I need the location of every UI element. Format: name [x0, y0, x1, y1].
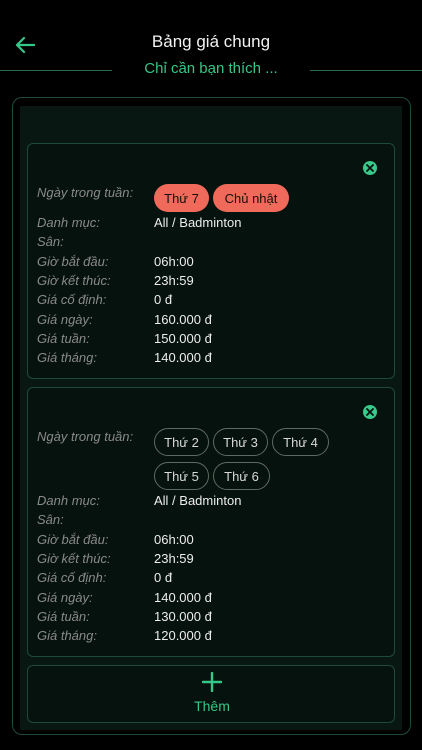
fixed-price-value: 0 đ	[154, 570, 173, 585]
end-time-label: Giờ kết thúc:	[37, 273, 111, 288]
daily-price-value: 140.000 đ	[154, 590, 212, 605]
fixed-price-value: 0 đ	[154, 292, 173, 307]
day-chip-tuesday[interactable]: Thứ 3	[213, 428, 268, 456]
daily-price-value: 160.000 đ	[154, 312, 212, 327]
close-circle-icon	[366, 164, 374, 172]
daily-price-label: Giá ngày:	[37, 312, 93, 327]
category-value: All / Badminton	[154, 493, 242, 508]
remove-card-button[interactable]	[363, 405, 377, 419]
fixed-price-label: Giá cố định:	[37, 570, 107, 585]
weekly-price-label: Giá tuần:	[37, 331, 90, 346]
end-time-label: Giờ kết thúc:	[37, 551, 111, 566]
fixed-price-row: Giá cố định: 0 đ	[37, 568, 387, 587]
start-time-value: 06h:00	[154, 532, 194, 547]
end-time-value: 23h:59	[154, 273, 194, 288]
close-circle-icon	[366, 408, 374, 416]
monthly-price-label: Giá tháng:	[37, 628, 97, 643]
weekly-price-value: 130.000 đ	[154, 609, 212, 624]
start-time-row: Giờ bắt đầu: 06h:00	[37, 530, 387, 549]
day-chip-wednesday[interactable]: Thứ 4	[272, 428, 329, 456]
monthly-price-row: Giá tháng: 140.000 đ	[37, 348, 387, 367]
category-label: Danh mục:	[37, 215, 100, 230]
court-row: Sân:	[37, 232, 387, 251]
days-label: Ngày trong tuần:	[37, 429, 134, 444]
court-label: Sân:	[37, 234, 64, 249]
category-label: Danh mục:	[37, 493, 100, 508]
start-time-row: Giờ bắt đầu: 06h:00	[37, 252, 387, 271]
day-chip-sunday[interactable]: Chủ nhật	[213, 184, 289, 212]
court-row: Sân:	[37, 510, 387, 529]
price-card: Ngày trong tuần: Thứ 7 Chủ nhật Danh mục…	[27, 143, 395, 379]
day-chip-friday[interactable]: Thứ 6	[213, 462, 270, 490]
monthly-price-row: Giá tháng: 120.000 đ	[37, 626, 387, 645]
plus-icon	[202, 672, 222, 692]
category-value: All / Badminton	[154, 215, 242, 230]
page-title: Bảng giá chung	[151, 32, 271, 51]
weekly-price-row: Giá tuần: 130.000 đ	[37, 607, 387, 626]
court-label: Sân:	[37, 512, 64, 527]
daily-price-label: Giá ngày:	[37, 590, 93, 605]
day-chip-thursday[interactable]: Thứ 5	[154, 462, 209, 490]
remove-card-button[interactable]	[363, 161, 377, 175]
monthly-price-value: 140.000 đ	[154, 350, 212, 365]
days-row: Ngày trong tuần:	[37, 427, 387, 446]
divider-right	[310, 70, 422, 71]
start-time-label: Giờ bắt đầu:	[37, 254, 109, 269]
weekly-price-label: Giá tuần:	[37, 609, 90, 624]
start-time-value: 06h:00	[154, 254, 194, 269]
fixed-price-row: Giá cố định: 0 đ	[37, 290, 387, 309]
end-time-row: Giờ kết thúc: 23h:59	[37, 549, 387, 568]
day-chip-monday[interactable]: Thứ 2	[154, 428, 209, 456]
monthly-price-value: 120.000 đ	[154, 628, 212, 643]
price-card: Ngày trong tuần: Thứ 2 Thứ 3 Thứ 4 Thứ 5…	[27, 387, 395, 657]
add-price-button[interactable]: Thêm	[27, 665, 395, 723]
start-time-label: Giờ bắt đầu:	[37, 532, 109, 547]
monthly-price-label: Giá tháng:	[37, 350, 97, 365]
page-subtitle: Chỉ cần bạn thích ...	[144, 60, 278, 77]
end-time-value: 23h:59	[154, 551, 194, 566]
divider-left	[0, 70, 112, 71]
add-button-label: Thêm	[194, 698, 230, 714]
subtitle-row: Chỉ cần bạn thích ...	[0, 60, 422, 82]
fixed-price-label: Giá cố định:	[37, 292, 107, 307]
days-row: Ngày trong tuần:	[37, 183, 387, 202]
daily-price-row: Giá ngày: 160.000 đ	[37, 310, 387, 329]
category-row: Danh mục: All / Badminton	[37, 213, 387, 232]
daily-price-row: Giá ngày: 140.000 đ	[37, 588, 387, 607]
header: Bảng giá chung Chỉ cần bạn thích ...	[0, 0, 422, 90]
days-label: Ngày trong tuần:	[37, 185, 134, 200]
weekly-price-row: Giá tuần: 150.000 đ	[37, 329, 387, 348]
end-time-row: Giờ kết thúc: 23h:59	[37, 271, 387, 290]
day-chip-saturday[interactable]: Thứ 7	[154, 184, 209, 212]
category-row: Danh mục: All / Badminton	[37, 491, 387, 510]
weekly-price-value: 150.000 đ	[154, 331, 212, 346]
